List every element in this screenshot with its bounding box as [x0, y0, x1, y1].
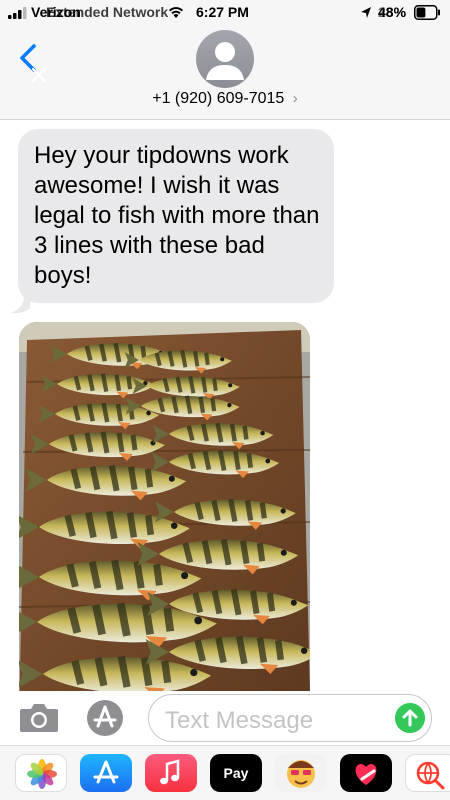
app-store-icon[interactable] [84, 698, 126, 738]
carrier-overlay-label: Extended Network [46, 4, 169, 20]
bubble-tail [10, 296, 30, 314]
photos-app-button[interactable] [15, 754, 67, 792]
battery-percent-overlay: 28% [378, 4, 407, 20]
fish-photo[interactable] [19, 322, 310, 691]
location-arrow-icon [361, 7, 371, 18]
message-text: Hey your tipdowns work awesome! I wish i… [34, 142, 320, 289]
clock: 6:27 PM [196, 4, 249, 20]
music-note-icon [160, 759, 180, 785]
contact-name: +1 (920) 609-7015 [152, 90, 285, 107]
arrow-up-icon[interactable] [395, 703, 425, 733]
message-thread[interactable]: Hey your tipdowns work awesome! I wish i… [0, 121, 450, 691]
digital-touch-app-button[interactable] [340, 754, 392, 792]
heart-touch-icon [355, 764, 377, 785]
wifi-icon [169, 7, 183, 18]
globe-search-icon [416, 761, 445, 790]
message-input-placeholder: Text Message [165, 707, 314, 734]
chevron-right-icon: › [292, 90, 298, 107]
status-bar: Verizon Extended Network 6:27 PM 48% 28% [0, 0, 450, 26]
apple-pay-app-button[interactable]: Pay [210, 754, 262, 792]
camera-icon[interactable] [18, 701, 60, 735]
contact-details-link[interactable]: +1 (920) 609-7015 › [0, 90, 450, 108]
app-drawer: Pay [0, 745, 450, 800]
memoji-icon [287, 760, 315, 788]
app-store-app-button[interactable] [80, 754, 132, 792]
compose-bar: Text Message [0, 691, 450, 745]
apple-pay-icon: Pay [223, 765, 249, 781]
close-icon [31, 67, 47, 83]
conversation-header: +1 (920) 609-7015 › [0, 26, 450, 120]
message-input[interactable]: Text Message [148, 694, 432, 742]
images-app-button[interactable] [405, 754, 450, 792]
cellular-signal-icon [8, 7, 27, 19]
app-store-icon [93, 760, 119, 784]
music-app-button[interactable] [145, 754, 197, 792]
battery-icon [414, 5, 440, 20]
photos-icon [27, 759, 57, 789]
yellow-perch-catch-photo [19, 322, 310, 691]
contact-avatar[interactable] [196, 30, 254, 88]
incoming-message-bubble[interactable]: Hey your tipdowns work awesome! I wish i… [18, 129, 334, 303]
memoji-app-button[interactable] [275, 754, 327, 792]
person-silhouette-icon [206, 42, 244, 80]
